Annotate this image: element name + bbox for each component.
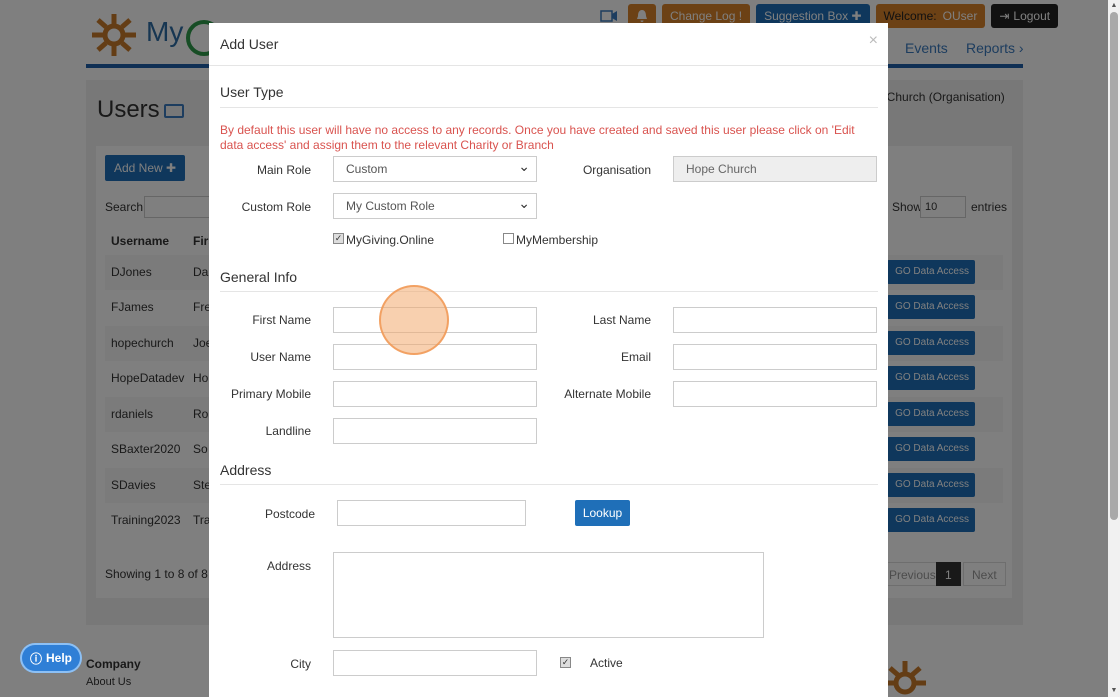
first-name-label: First Name	[252, 313, 311, 327]
user-name-label: User Name	[250, 350, 311, 364]
help-label: Help	[46, 651, 73, 665]
organisation-label: Organisation	[582, 163, 651, 177]
scroll-up-icon[interactable]: ▲	[1110, 2, 1118, 10]
main-role-select[interactable]: Custom	[333, 154, 537, 182]
last-name-input[interactable]	[673, 307, 877, 333]
alternate-mobile-input[interactable]	[673, 381, 877, 407]
mymembership-label: MyMembership	[516, 233, 599, 247]
landline-input[interactable]	[333, 418, 537, 444]
mygiving-checkbox[interactable]: ✓	[333, 233, 344, 244]
close-icon[interactable]: ×	[869, 32, 878, 50]
postcode-label: Postcode	[264, 507, 315, 521]
help-circle-icon: ⓘ	[29, 651, 42, 666]
page-scrollbar[interactable]: ▲ ▼	[1108, 0, 1120, 697]
main-role-label: Main Role	[256, 163, 311, 177]
email-label: Email	[620, 350, 651, 364]
section-general-info: General Info	[220, 269, 298, 285]
custom-role-label: Custom Role	[241, 200, 311, 214]
landline-label: Landline	[265, 424, 311, 438]
mymembership-checkbox[interactable]	[503, 233, 514, 244]
last-name-label: Last Name	[592, 313, 651, 327]
mygiving-label: MyGiving.Online	[346, 233, 435, 247]
organisation-field: Hope Church	[673, 156, 877, 182]
section-divider	[220, 484, 878, 485]
city-input[interactable]	[333, 650, 537, 676]
address-label: Address	[266, 559, 311, 573]
scroll-down-icon[interactable]: ▼	[1110, 687, 1118, 695]
section-user-type: User Type	[220, 84, 284, 100]
primary-mobile-label: Primary Mobile	[230, 387, 311, 401]
add-user-modal: Add User × User Type By default this use…	[209, 23, 888, 697]
email-input[interactable]	[673, 344, 877, 370]
click-indicator	[379, 285, 449, 355]
active-checkbox[interactable]: ✓	[560, 657, 571, 668]
help-button[interactable]: ⓘ Help	[22, 645, 80, 671]
section-address: Address	[220, 462, 272, 478]
postcode-input[interactable]	[337, 500, 526, 526]
custom-role-select[interactable]: My Custom Role	[333, 191, 537, 219]
primary-mobile-input[interactable]	[333, 381, 537, 407]
section-divider	[220, 107, 878, 108]
address-textarea[interactable]	[333, 552, 764, 638]
access-warning: By default this user will have no access…	[220, 123, 855, 152]
modal-header: Add User ×	[209, 23, 888, 66]
active-label: Active	[590, 656, 623, 670]
scroll-thumb[interactable]	[1110, 12, 1118, 520]
section-divider	[220, 291, 878, 292]
lookup-button[interactable]: Lookup	[575, 500, 630, 526]
modal-title: Add User	[220, 36, 279, 52]
city-label: City	[290, 657, 311, 671]
alternate-mobile-label: Alternate Mobile	[564, 387, 651, 401]
